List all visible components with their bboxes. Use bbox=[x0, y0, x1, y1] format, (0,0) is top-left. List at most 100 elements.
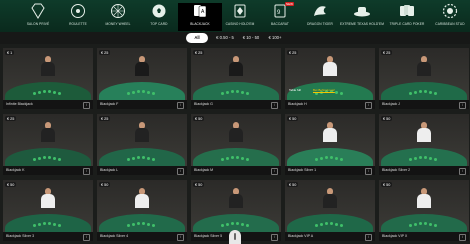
table-card[interactable]: € 50 Blackjack Silver 4 i bbox=[97, 180, 187, 241]
nav-item-dragon-tiger[interactable]: Dragon Tiger bbox=[298, 3, 342, 31]
diamond-suit-icon bbox=[231, 3, 249, 19]
seat-indicators bbox=[315, 221, 345, 228]
nav-item-roulette[interactable]: Roulette bbox=[56, 3, 100, 31]
nav-item-extreme-texas-hold-em[interactable]: Extreme Texas Hold'em bbox=[340, 3, 384, 31]
table-caption: Blackjack G i bbox=[191, 100, 281, 109]
table-card[interactable]: € 25 Table full Bet Behind now! Blackjack H… bbox=[285, 48, 375, 109]
table-name: Blackjack VIP A bbox=[288, 234, 314, 238]
table-name: Blackjack Silver 3 bbox=[6, 234, 35, 238]
filter-mid-limit-button[interactable]: € 10 - 50 bbox=[239, 33, 263, 43]
filter-low-limit-button[interactable]: € 0.50 - 5 bbox=[212, 33, 238, 43]
seat-indicators bbox=[33, 155, 63, 162]
table-thumbnail: € 50 bbox=[285, 114, 375, 166]
info-icon[interactable]: i bbox=[177, 102, 184, 109]
svg-text:9: 9 bbox=[277, 10, 281, 16]
dealer-figure bbox=[41, 56, 55, 76]
info-icon[interactable]: i bbox=[459, 168, 466, 175]
min-bet-badge: € 1 bbox=[5, 50, 15, 55]
info-icon[interactable]: i bbox=[83, 234, 90, 241]
table-card[interactable]: € 25 Blackjack G i bbox=[191, 48, 281, 109]
table-thumbnail: € 50 bbox=[191, 114, 281, 166]
dealer-figure bbox=[417, 188, 431, 208]
table-name: Blackjack Silver 4 bbox=[100, 234, 129, 238]
info-icon[interactable]: i bbox=[271, 168, 278, 175]
table-name: Blackjack Silver 1 bbox=[288, 168, 317, 172]
nav-item-label: Casino Hold'em bbox=[225, 22, 255, 26]
table-caption: Blackjack H i bbox=[285, 100, 375, 109]
info-icon[interactable]: i bbox=[365, 234, 372, 241]
seat-indicators bbox=[221, 221, 251, 228]
scroll-grip-icon bbox=[234, 233, 236, 240]
table-card[interactable]: € 25 Blackjack L i bbox=[97, 114, 187, 175]
nav-item-blackjack[interactable]: A Blackjack bbox=[178, 3, 222, 31]
table-name: Blackjack M bbox=[194, 168, 214, 172]
dealer-figure bbox=[417, 122, 431, 142]
new-badge: NEW bbox=[285, 2, 294, 6]
table-card[interactable]: € 50 Blackjack Silver 2 i bbox=[379, 114, 469, 175]
info-icon[interactable]: i bbox=[177, 168, 184, 175]
table-card[interactable]: € 25 Blackjack K i bbox=[3, 114, 93, 175]
dealer-figure bbox=[229, 188, 243, 208]
info-icon[interactable]: i bbox=[365, 102, 372, 109]
table-thumbnail: € 50 bbox=[379, 180, 469, 232]
table-card[interactable]: € 25 Blackjack F i bbox=[97, 48, 187, 109]
dealer-figure bbox=[417, 56, 431, 76]
info-icon[interactable]: i bbox=[459, 234, 466, 241]
table-card[interactable]: € 50 Blackjack VIP A i bbox=[285, 180, 375, 241]
info-icon[interactable]: i bbox=[271, 102, 278, 109]
table-caption: Blackjack J i bbox=[379, 100, 469, 109]
min-bet-badge: € 25 bbox=[99, 116, 111, 121]
hat-icon bbox=[353, 3, 371, 19]
table-card[interactable]: € 25 Blackjack J i bbox=[379, 48, 469, 109]
table-thumbnail: € 50 bbox=[3, 180, 93, 232]
filter-high-limit-button[interactable]: € 100+ bbox=[264, 33, 286, 43]
table-thumbnail: € 50 bbox=[191, 180, 281, 232]
table-caption: Infinite Blackjack i bbox=[3, 100, 93, 109]
table-thumbnail: € 25 bbox=[97, 114, 187, 166]
seat-indicators bbox=[409, 221, 439, 228]
dealer-figure bbox=[41, 122, 55, 142]
nav-item-baccarat[interactable]: 9 Baccarat NEW bbox=[258, 2, 302, 31]
nav-item-top-card[interactable]: Top Card bbox=[137, 3, 181, 31]
min-bet-badge: € 25 bbox=[5, 116, 17, 121]
nav-item-caribbean-stud[interactable]: Caribbean Stud bbox=[428, 3, 470, 31]
dragon-icon bbox=[311, 3, 329, 19]
nav-item-salon-priv-[interactable]: Salon Privé bbox=[16, 3, 60, 31]
bet-behind-link[interactable]: Bet Behind now! bbox=[313, 88, 335, 92]
min-bet-badge: € 50 bbox=[5, 182, 17, 187]
info-icon[interactable]: i bbox=[83, 102, 90, 109]
info-icon[interactable]: i bbox=[83, 168, 90, 175]
info-icon[interactable]: i bbox=[271, 234, 278, 241]
cards-icon: A bbox=[191, 3, 209, 19]
table-caption: Blackjack L i bbox=[97, 166, 187, 175]
table-card[interactable]: € 50 Blackjack M i bbox=[191, 114, 281, 175]
table-thumbnail: € 25 bbox=[379, 48, 469, 100]
filter-all-button[interactable]: All bbox=[186, 33, 208, 43]
min-bet-badge: € 50 bbox=[381, 182, 393, 187]
dealer-figure bbox=[323, 122, 337, 142]
table-card[interactable]: € 1 Infinite Blackjack i bbox=[3, 48, 93, 109]
wheel-icon bbox=[109, 3, 127, 19]
nav-item-money-wheel[interactable]: Money Wheel bbox=[96, 3, 140, 31]
seat-indicators bbox=[409, 155, 439, 162]
diamond-icon bbox=[29, 3, 47, 19]
nav-item-label: Blackjack bbox=[190, 22, 210, 26]
table-card[interactable]: € 50 Blackjack Silver 3 i bbox=[3, 180, 93, 241]
seat-indicators bbox=[409, 89, 439, 96]
nav-item-casino-hold-em[interactable]: Casino Hold'em bbox=[218, 3, 262, 31]
nav-item-label: Money Wheel bbox=[105, 22, 131, 26]
info-icon[interactable]: i bbox=[459, 102, 466, 109]
seat-indicators bbox=[33, 221, 63, 228]
info-icon[interactable]: i bbox=[365, 168, 372, 175]
table-card[interactable]: € 50 Blackjack VIP X i bbox=[379, 180, 469, 241]
nav-item-label: Extreme Texas Hold'em bbox=[340, 22, 384, 26]
table-caption: Blackjack Silver 2 i bbox=[379, 166, 469, 175]
min-bet-badge: € 50 bbox=[193, 182, 205, 187]
scroll-handle[interactable] bbox=[229, 230, 241, 244]
info-icon[interactable]: i bbox=[177, 234, 184, 241]
table-thumbnail: € 25 bbox=[3, 114, 93, 166]
table-card[interactable]: € 50 Blackjack Silver 1 i bbox=[285, 114, 375, 175]
nav-item-triple-card-poker[interactable]: Triple Card Poker bbox=[385, 3, 429, 31]
table-name: Blackjack L bbox=[100, 168, 119, 172]
seat-indicators bbox=[127, 89, 157, 96]
